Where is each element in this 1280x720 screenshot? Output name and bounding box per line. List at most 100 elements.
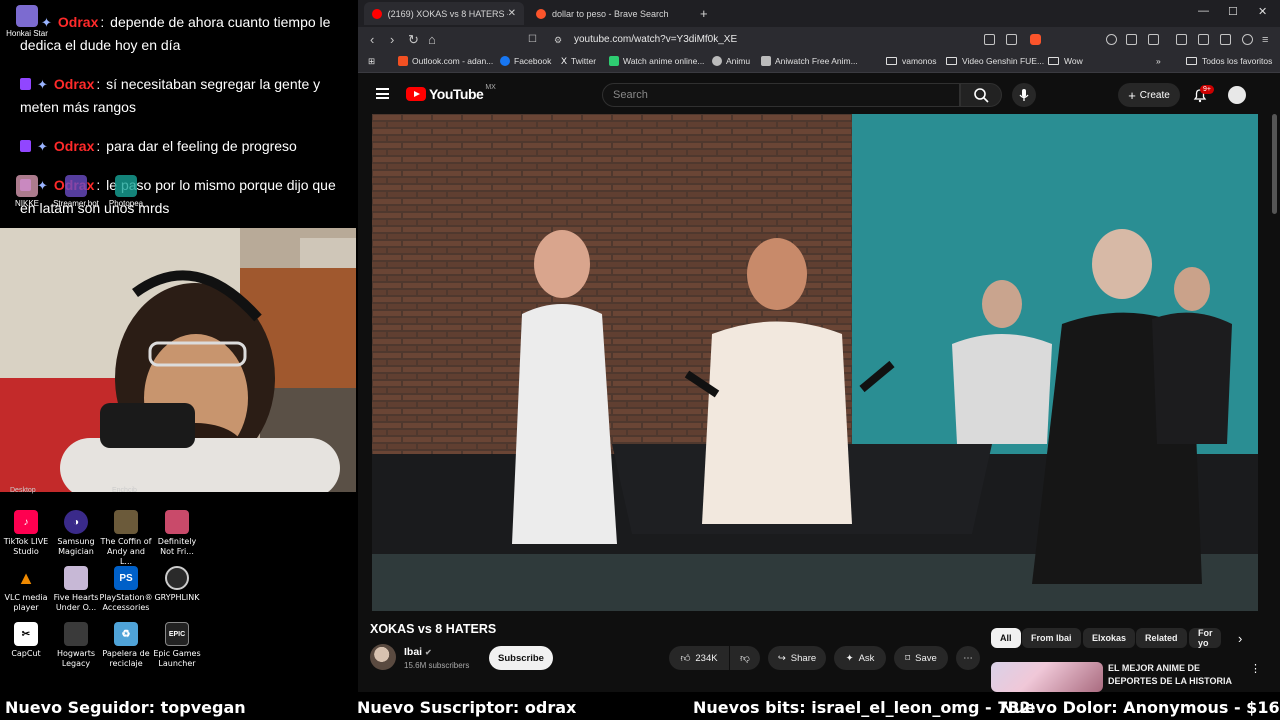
streamerbot-desktop-shortcut[interactable]: Streamer.bot	[49, 175, 103, 208]
bookmark-folder-wow[interactable]: Wow	[1048, 56, 1083, 66]
close-window-icon[interactable]: ✕	[1258, 5, 1267, 18]
samsung-magician-shortcut[interactable]: ◑ Samsung Magician	[50, 510, 102, 557]
chip-elxokas[interactable]: Elxokas	[1083, 628, 1136, 648]
tiktok-live-shortcut[interactable]: ♪ TikTok LIVE Studio	[0, 510, 52, 557]
search-input[interactable]: Search	[602, 83, 960, 107]
minimize-icon[interactable]: —	[1198, 5, 1209, 17]
puzzle-icon[interactable]	[1126, 34, 1137, 45]
search-button[interactable]	[960, 83, 1002, 107]
wallet-icon[interactable]	[1198, 34, 1209, 45]
site-settings-icon[interactable]: ⚙	[554, 32, 562, 48]
capcut-shortcut[interactable]: ✂ CapCut	[0, 622, 52, 659]
dislike-button[interactable]: 👎︎	[730, 646, 760, 670]
menu-icon[interactable]: ≡	[1262, 32, 1268, 48]
account-avatar[interactable]	[1228, 86, 1246, 104]
bookmark-twitter[interactable]: X Twitter	[561, 56, 596, 66]
sidebar-icon[interactable]	[1148, 34, 1159, 45]
playstation-accessories-shortcut[interactable]: PS PlayStation® Accessories	[99, 566, 153, 613]
extension-icon[interactable]	[1106, 34, 1117, 45]
brave-shields-icon[interactable]	[1030, 34, 1041, 45]
chip-from-ibai[interactable]: From Ibai	[1022, 628, 1081, 648]
maximize-icon[interactable]: ☐	[1228, 5, 1238, 18]
bookmark-folder-genshin[interactable]: Video Genshin FUE...	[946, 56, 1044, 66]
vpn-icon[interactable]	[1242, 34, 1253, 45]
save-button[interactable]: ⌑ Save	[894, 646, 948, 670]
bookmark-watch-anime[interactable]: Watch anime online...	[609, 56, 704, 66]
channel-avatar[interactable]	[370, 644, 396, 670]
anime-icon	[609, 56, 619, 66]
video-player[interactable]	[372, 114, 1258, 611]
photopea-desktop-shortcut[interactable]: Photopea	[99, 175, 153, 208]
epic-games-shortcut[interactable]: EPIC Epic Games Launcher	[151, 622, 203, 669]
leo-icon[interactable]	[1220, 34, 1231, 45]
voice-search-button[interactable]	[1012, 83, 1036, 107]
recommended-title[interactable]: EL MEJOR ANIME DE DEPORTES DE LA HISTORI…	[1108, 662, 1248, 688]
definitely-game-shortcut[interactable]: Definitely Not Fri...	[151, 510, 203, 557]
recommended-more-icon[interactable]: ⋮	[1250, 662, 1261, 675]
folder-icon	[1186, 57, 1197, 65]
chip-all[interactable]: All	[991, 628, 1021, 648]
hamburger-menu-icon[interactable]	[376, 88, 389, 99]
more-bookmarks-icon[interactable]: »	[1156, 56, 1161, 66]
bookmark-folder-vamonos[interactable]: vamonos	[886, 56, 937, 66]
chip-for-you[interactable]: For yo	[1189, 628, 1221, 648]
share-icon: ↪	[777, 652, 786, 664]
bookmark-page-icon[interactable]: ☐	[528, 32, 537, 48]
share-page-icon[interactable]	[1006, 34, 1017, 45]
bookmark-facebook[interactable]: Facebook	[500, 56, 551, 66]
coffin-game-shortcut[interactable]: The Coffin of Andy and L...	[100, 510, 152, 567]
recommended-thumbnail[interactable]	[991, 662, 1103, 692]
page-scrollbar[interactable]	[1272, 114, 1277, 214]
reload-icon[interactable]: ↻	[408, 32, 419, 48]
bookmark-outlook[interactable]: Outlook.com - adan...	[398, 56, 493, 66]
subscribe-button[interactable]: Subscribe	[489, 646, 553, 670]
url-field[interactable]: youtube.com/watch?v=Y3diMf0k_XE	[574, 32, 1024, 48]
chip-related[interactable]: Related	[1136, 628, 1187, 648]
channel-name[interactable]: Ibai ✔	[404, 646, 432, 658]
tab-brave-search[interactable]: dollar to peso - Brave Search	[528, 2, 688, 25]
nikke-desktop-shortcut[interactable]: NIKKE	[0, 175, 54, 208]
recycle-bin-shortcut[interactable]: ♻ Papelera de reciclaje	[100, 622, 152, 669]
folder-icon	[1048, 57, 1059, 65]
forward-icon[interactable]: ›	[390, 32, 394, 48]
notification-count-badge: 9+	[1200, 85, 1214, 94]
like-button[interactable]: 👍︎ 234K	[669, 646, 729, 670]
microphone-icon	[1019, 89, 1029, 101]
more-actions-button[interactable]: ⋯	[956, 646, 980, 670]
aniwatch-icon	[761, 56, 771, 66]
chat-message: ✦ Odrax: sí necesitaban segregar la gente…	[20, 76, 321, 115]
back-icon[interactable]: ‹	[370, 32, 374, 48]
home-icon[interactable]: ⌂	[428, 32, 436, 48]
hogwarts-legacy-shortcut[interactable]: Hogwarts Legacy	[50, 622, 102, 669]
share-button[interactable]: ↪ Share	[768, 646, 826, 670]
tab-youtube[interactable]: (2169) XOKAS vs 8 HATERS - You ✕	[364, 2, 524, 25]
chips-next-icon[interactable]: ›	[1238, 631, 1242, 646]
cast-icon[interactable]	[984, 34, 995, 45]
folder-icon	[946, 57, 957, 65]
more-horizontal-icon: ⋯	[963, 652, 973, 664]
close-tab-icon[interactable]: ✕	[508, 8, 516, 19]
vlc-shortcut[interactable]: ▲ VLC media player	[0, 566, 52, 613]
photopea-icon	[115, 175, 137, 197]
ticker-subscriber: Nuevo Suscriptor: odrax	[357, 698, 577, 717]
playstation-icon: PS	[114, 566, 138, 590]
vlc-icon: ▲	[17, 567, 35, 588]
ask-button[interactable]: ✦ Ask	[834, 646, 886, 670]
bookmarks-bar: ⊞ Outlook.com - adan... Facebook X Twitte…	[358, 53, 1280, 73]
plus-icon: +	[1128, 87, 1136, 103]
five-hearts-shortcut[interactable]: Five Hearts Under O...	[50, 566, 102, 613]
apps-grid-icon[interactable]: ⊞	[368, 56, 375, 67]
bookmark-icon: ⌑	[905, 652, 911, 664]
create-button[interactable]: + Create	[1118, 83, 1180, 107]
gryphlink-shortcut[interactable]: GRYPHLINK	[151, 566, 203, 603]
new-tab-button[interactable]: +	[692, 2, 716, 25]
ticker-follower: Nuevo Seguidor: topvegan	[5, 698, 246, 717]
twitter-icon: X	[561, 56, 568, 66]
youtube-logo[interactable]: YouTube MX	[406, 84, 496, 102]
music-icon[interactable]	[1176, 34, 1187, 45]
bookmark-aniwatch[interactable]: Aniwatch Free Anim...	[761, 56, 858, 66]
epic-games-icon: EPIC	[165, 622, 189, 646]
bookmark-animu[interactable]: Animu	[712, 56, 750, 66]
all-bookmarks[interactable]: Todos los favoritos	[1186, 56, 1272, 66]
thumbs-up-icon: 👍︎	[680, 653, 691, 664]
